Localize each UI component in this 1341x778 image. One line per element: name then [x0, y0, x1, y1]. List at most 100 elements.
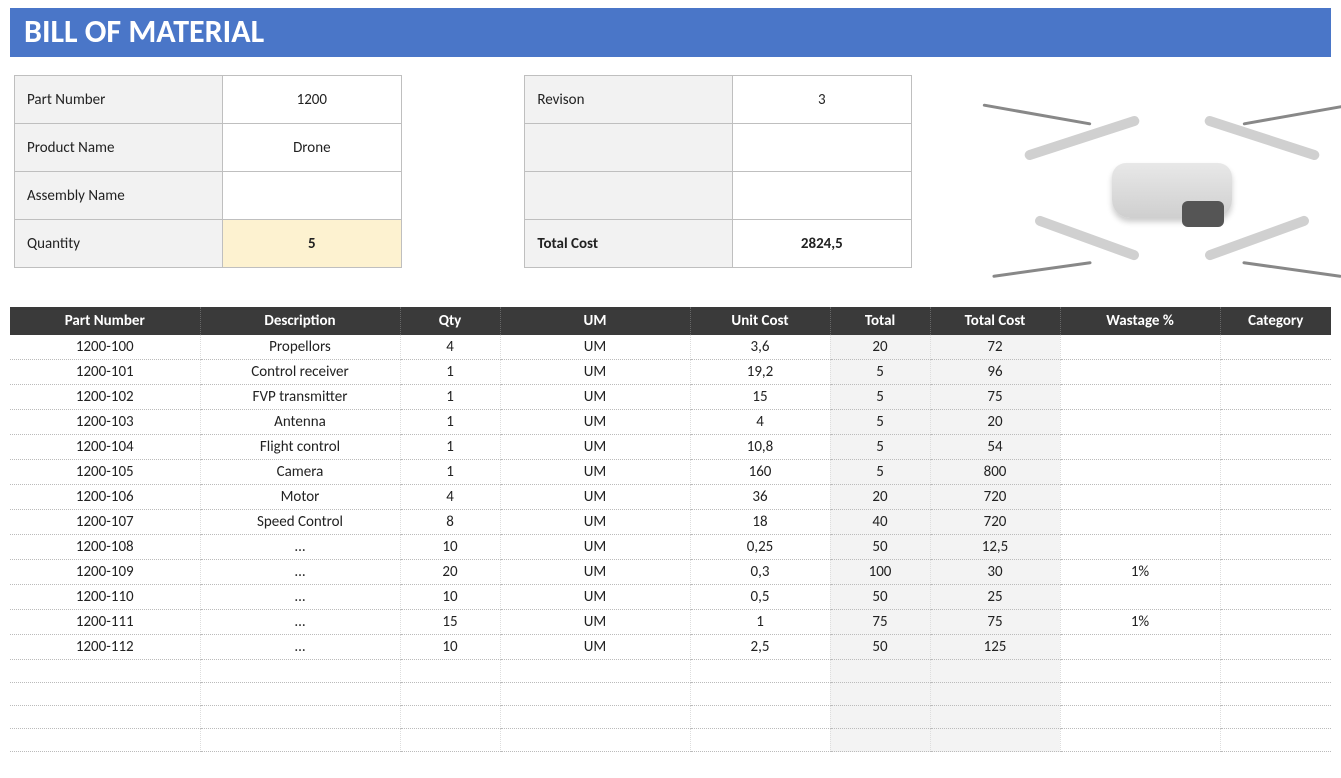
cell-description[interactable]	[200, 660, 400, 683]
cell-category[interactable]	[1220, 610, 1331, 635]
cell-part-number[interactable]	[10, 706, 200, 729]
cell-um[interactable]: UM	[500, 585, 690, 610]
cell-unit-cost[interactable]: 18	[690, 510, 830, 535]
cell-total[interactable]: 5	[830, 385, 930, 410]
cell-wastage[interactable]	[1060, 485, 1220, 510]
cell-wastage[interactable]	[1060, 535, 1220, 560]
cell-total[interactable]	[830, 683, 930, 706]
cell-total-cost[interactable]: 20	[930, 410, 1060, 435]
cell-um[interactable]: UM	[500, 610, 690, 635]
info-right-row2-value[interactable]	[732, 124, 911, 172]
cell-category[interactable]	[1220, 385, 1331, 410]
cell-total[interactable]: 5	[830, 435, 930, 460]
cell-unit-cost[interactable]: 160	[690, 460, 830, 485]
cell-part-number[interactable]: 1200-105	[10, 460, 200, 485]
cell-description[interactable]: ...	[200, 585, 400, 610]
cell-wastage[interactable]	[1060, 729, 1220, 752]
cell-total[interactable]: 100	[830, 560, 930, 585]
cell-qty[interactable]: 1	[400, 385, 500, 410]
cell-category[interactable]	[1220, 560, 1331, 585]
cell-description[interactable]: ...	[200, 610, 400, 635]
cell-part-number[interactable]: 1200-100	[10, 335, 200, 360]
cell-wastage[interactable]	[1060, 660, 1220, 683]
cell-description[interactable]	[200, 729, 400, 752]
cell-part-number[interactable]: 1200-112	[10, 635, 200, 660]
cell-qty[interactable]: 1	[400, 360, 500, 385]
cell-unit-cost[interactable]: 0,25	[690, 535, 830, 560]
cell-total[interactable]: 20	[830, 335, 930, 360]
cell-total-cost[interactable]: 30	[930, 560, 1060, 585]
cell-description[interactable]: Motor	[200, 485, 400, 510]
cell-description[interactable]: ...	[200, 635, 400, 660]
cell-qty[interactable]: 1	[400, 410, 500, 435]
cell-category[interactable]	[1220, 510, 1331, 535]
cell-um[interactable]: UM	[500, 535, 690, 560]
cell-total-cost[interactable]	[930, 729, 1060, 752]
cell-um[interactable]: UM	[500, 460, 690, 485]
cell-category[interactable]	[1220, 706, 1331, 729]
cell-unit-cost[interactable]: 4	[690, 410, 830, 435]
revision-value[interactable]: 3	[732, 76, 911, 124]
cell-wastage[interactable]	[1060, 335, 1220, 360]
cell-total[interactable]	[830, 706, 930, 729]
cell-total-cost[interactable]: 75	[930, 385, 1060, 410]
cell-wastage[interactable]	[1060, 385, 1220, 410]
cell-wastage[interactable]	[1060, 683, 1220, 706]
cell-category[interactable]	[1220, 660, 1331, 683]
part-number-value[interactable]: 1200	[222, 76, 401, 124]
cell-total-cost[interactable]: 96	[930, 360, 1060, 385]
cell-total-cost[interactable]: 72	[930, 335, 1060, 360]
cell-part-number[interactable]: 1200-106	[10, 485, 200, 510]
cell-unit-cost[interactable]: 2,5	[690, 635, 830, 660]
cell-total-cost[interactable]: 54	[930, 435, 1060, 460]
cell-unit-cost[interactable]: 3,6	[690, 335, 830, 360]
assembly-name-value[interactable]	[222, 172, 401, 220]
cell-unit-cost[interactable]: 1	[690, 610, 830, 635]
cell-qty[interactable]	[400, 729, 500, 752]
cell-unit-cost[interactable]	[690, 706, 830, 729]
cell-wastage[interactable]	[1060, 510, 1220, 535]
cell-total[interactable]	[830, 729, 930, 752]
cell-total-cost[interactable]: 720	[930, 485, 1060, 510]
cell-unit-cost[interactable]: 15	[690, 385, 830, 410]
cell-qty[interactable]: 4	[400, 485, 500, 510]
cell-wastage[interactable]	[1060, 435, 1220, 460]
cell-qty[interactable]: 10	[400, 535, 500, 560]
cell-qty[interactable]: 1	[400, 460, 500, 485]
cell-wastage[interactable]	[1060, 410, 1220, 435]
cell-qty[interactable]	[400, 706, 500, 729]
cell-unit-cost[interactable]: 19,2	[690, 360, 830, 385]
cell-um[interactable]	[500, 660, 690, 683]
cell-um[interactable]: UM	[500, 410, 690, 435]
cell-wastage[interactable]	[1060, 585, 1220, 610]
cell-category[interactable]	[1220, 410, 1331, 435]
cell-unit-cost[interactable]: 10,8	[690, 435, 830, 460]
cell-um[interactable]: UM	[500, 385, 690, 410]
cell-description[interactable]	[200, 683, 400, 706]
cell-qty[interactable]	[400, 660, 500, 683]
cell-total-cost[interactable]: 720	[930, 510, 1060, 535]
cell-qty[interactable]	[400, 683, 500, 706]
cell-total-cost[interactable]	[930, 706, 1060, 729]
cell-total-cost[interactable]	[930, 683, 1060, 706]
cell-total[interactable]: 20	[830, 485, 930, 510]
cell-description[interactable]: FVP transmitter	[200, 385, 400, 410]
cell-part-number[interactable]: 1200-107	[10, 510, 200, 535]
cell-um[interactable]: UM	[500, 485, 690, 510]
cell-part-number[interactable]: 1200-103	[10, 410, 200, 435]
cell-part-number[interactable]: 1200-108	[10, 535, 200, 560]
cell-description[interactable]: Control receiver	[200, 360, 400, 385]
cell-total[interactable]: 40	[830, 510, 930, 535]
cell-description[interactable]: ...	[200, 535, 400, 560]
cell-um[interactable]: UM	[500, 335, 690, 360]
cell-part-number[interactable]: 1200-109	[10, 560, 200, 585]
cell-qty[interactable]: 1	[400, 435, 500, 460]
cell-um[interactable]	[500, 729, 690, 752]
cell-total[interactable]: 50	[830, 635, 930, 660]
product-name-value[interactable]: Drone	[222, 124, 401, 172]
cell-um[interactable]: UM	[500, 435, 690, 460]
cell-part-number[interactable]	[10, 683, 200, 706]
cell-total[interactable]	[830, 660, 930, 683]
cell-um[interactable]	[500, 706, 690, 729]
cell-description[interactable]: Propellors	[200, 335, 400, 360]
